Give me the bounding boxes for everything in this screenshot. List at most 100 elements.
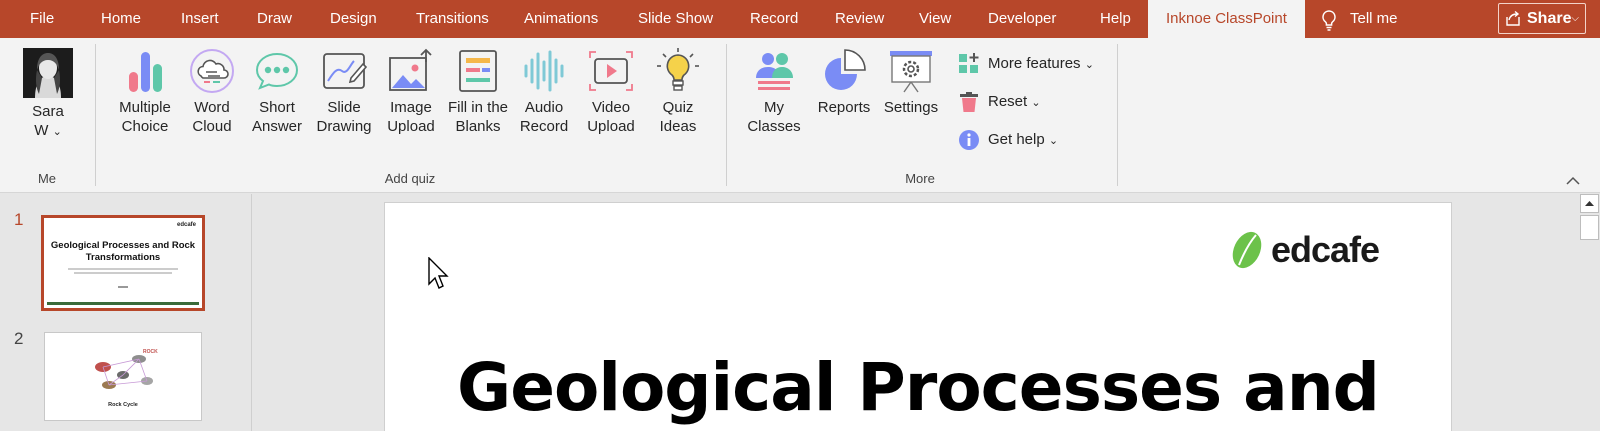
leaf-logo-icon (1232, 231, 1262, 269)
chevron-down-icon: ⌵ (1571, 13, 1579, 24)
slide-thumbnail-1[interactable]: edcafe Geological Processes and Rock Tra… (41, 215, 205, 311)
tab-inknoe-classpoint[interactable]: Inknoe ClassPoint (1148, 0, 1305, 38)
user-last-initial: W ⌄ (34, 122, 62, 139)
button-label: Drawing (316, 118, 372, 135)
fill-blanks-icon (459, 50, 497, 92)
mouse-cursor-icon (428, 257, 449, 289)
reset-label: Reset (988, 93, 1028, 110)
video-upload-icon (589, 51, 633, 91)
tab-developer[interactable]: Developer (988, 0, 1056, 38)
get-help-label: Get help (988, 131, 1045, 148)
audio-wave-icon (524, 50, 564, 92)
settings-button[interactable]: Settings (880, 48, 942, 117)
rock-cycle-diagram-icon: ROCK (95, 349, 158, 389)
image-upload-icon (389, 48, 432, 91)
button-label: Short (259, 99, 295, 116)
video-upload-button[interactable]: Video Upload (578, 48, 644, 136)
fill-in-the-blanks-button[interactable]: Fill in the Blanks (444, 48, 512, 136)
user-account-button[interactable]: Sara W ⌄ (20, 48, 76, 142)
button-label: Multiple (119, 99, 171, 116)
thumbnail-text-line (118, 286, 128, 288)
tab-slide-show[interactable]: Slide Show (638, 0, 713, 38)
thumbnail-title: Rock Cycle (108, 402, 138, 408)
info-icon (959, 130, 979, 150)
get-help-button[interactable]: Get help ⌄ (958, 128, 1058, 152)
button-label: Cloud (192, 118, 232, 135)
short-answer-button[interactable]: Short Answer (246, 48, 308, 136)
word-cloud-icon (190, 49, 234, 93)
button-label: Fill in the (447, 99, 509, 116)
share-button[interactable]: Share ⌵ (1498, 3, 1586, 34)
scroll-thumb[interactable] (1580, 215, 1599, 240)
button-label: Image (390, 99, 432, 116)
slide-thumbnail-pane: 1 edcafe Geological Processes and Rock T… (0, 194, 252, 431)
my-classes-button[interactable]: My Classes (744, 48, 804, 136)
group-separator (726, 44, 727, 186)
multiple-choice-button[interactable]: Multiple Choice (112, 48, 178, 136)
tab-transitions[interactable]: Transitions (416, 0, 489, 38)
tell-me-search[interactable]: Tell me (1350, 0, 1398, 38)
chevron-down-icon: ⌄ (52, 126, 62, 138)
speech-bubble-icon (255, 52, 299, 90)
slide-title[interactable]: Geological Processes and (385, 349, 1451, 426)
image-upload-button[interactable]: Image Upload (381, 48, 441, 136)
collapse-ribbon-icon[interactable] (1566, 176, 1580, 186)
more-features-button[interactable]: More features ⌄ (958, 52, 1094, 76)
button-label: Upload (387, 118, 435, 135)
button-label: Record (519, 118, 569, 135)
quiz-ideas-button[interactable]: Quiz Ideas (651, 48, 705, 136)
chevron-down-icon: ⌄ (1084, 59, 1094, 71)
button-label: Blanks (455, 118, 501, 135)
tab-file[interactable]: File (30, 0, 54, 38)
button-label: Slide (327, 99, 361, 116)
tab-help[interactable]: Help (1100, 0, 1131, 38)
slide-canvas[interactable]: edcafe Geological Processes and (384, 202, 1452, 431)
button-label: Audio (524, 99, 564, 116)
tab-design[interactable]: Design (330, 0, 377, 38)
group-label-me: Me (37, 171, 57, 186)
audio-record-button[interactable]: Audio Record (515, 48, 573, 136)
svg-text:ROCK: ROCK (143, 349, 158, 355)
edcafe-logo: edcafe (1229, 229, 1419, 271)
chevron-down-icon: ⌄ (1031, 97, 1041, 109)
vertical-scrollbar[interactable] (1577, 194, 1600, 431)
button-label: Word (194, 99, 230, 116)
tab-draw[interactable]: Draw (257, 0, 292, 38)
button-label: My (764, 99, 784, 116)
ribbon: Sara W ⌄ Me Multiple Choice Word Cloud S… (0, 38, 1600, 193)
tab-animations[interactable]: Animations (524, 0, 598, 38)
tab-record[interactable]: Record (750, 0, 798, 38)
tab-review[interactable]: Review (835, 0, 884, 38)
menu-bar: File Home Insert Draw Design Transitions… (0, 0, 1600, 38)
chevron-down-icon: ⌄ (1048, 135, 1059, 147)
button-label: Choice (121, 118, 169, 135)
slide-number: 2 (14, 329, 24, 348)
more-features-label: More features (988, 55, 1081, 72)
avatar (23, 48, 73, 98)
slide-thumbnail-2[interactable]: ROCK Rock Cycle (44, 332, 202, 421)
thumbnail-text-line (74, 272, 172, 274)
group-separator (95, 44, 96, 186)
bar-chart-icon (129, 52, 162, 92)
tab-home[interactable]: Home (101, 0, 141, 38)
scroll-up-button[interactable] (1580, 194, 1599, 213)
group-label-more: More (905, 171, 935, 186)
tab-view[interactable]: View (919, 0, 951, 38)
grid-plus-icon (959, 53, 979, 73)
thumbnail-logo: edcafe (176, 222, 196, 228)
thumbnail-text-line (68, 268, 178, 270)
word-cloud-button[interactable]: Word Cloud (182, 48, 242, 136)
pie-chart-icon (825, 49, 866, 90)
lightbulb-icon (657, 48, 699, 91)
tab-insert[interactable]: Insert (181, 0, 219, 38)
arrow-up-icon (1585, 201, 1594, 206)
thumbnail-title: Geological Processes and Rock Transforma… (50, 240, 196, 263)
drawing-icon (323, 53, 367, 89)
reset-button[interactable]: Reset ⌄ (958, 90, 1041, 114)
thumbnail-footer-bar (47, 302, 199, 305)
slide-number: 1 (14, 210, 24, 229)
reports-button[interactable]: Reports (813, 48, 875, 117)
lightbulb-icon (1322, 10, 1336, 31)
slide-drawing-button[interactable]: Slide Drawing (312, 48, 376, 136)
button-label: Ideas (659, 118, 697, 135)
